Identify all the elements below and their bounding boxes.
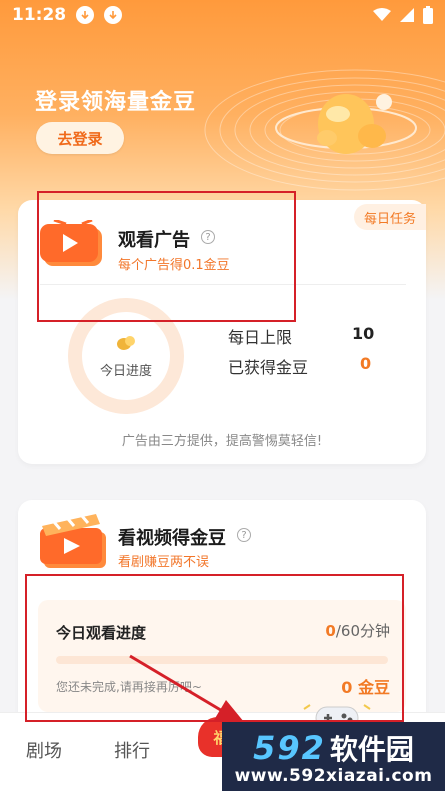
site-watermark: 592 软件园 www.592xiazai.com: [222, 722, 445, 791]
watermark-url: www.592xiazai.com: [234, 765, 433, 786]
watermark-name: 软件园: [329, 732, 414, 766]
annotation-arrow: [129, 654, 244, 722]
watermark-number: 592: [253, 728, 326, 767]
